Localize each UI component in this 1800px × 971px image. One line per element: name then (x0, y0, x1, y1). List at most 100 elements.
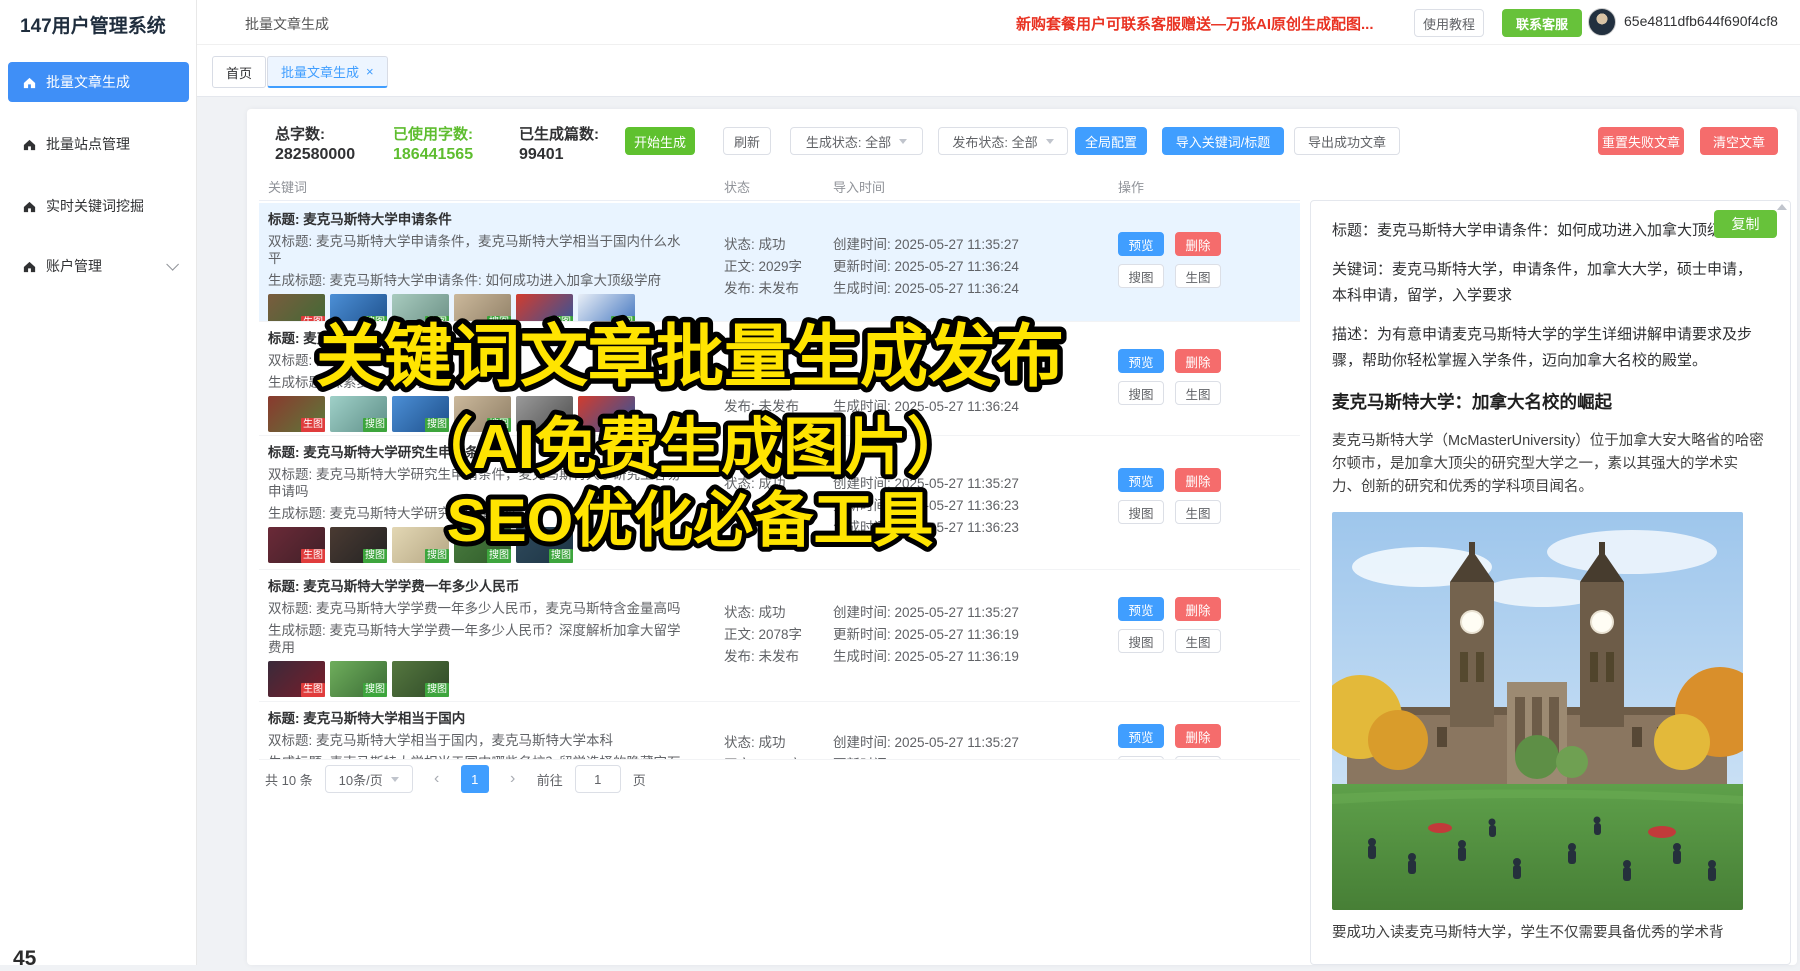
tab-home[interactable]: 首页 (212, 56, 266, 88)
table-row[interactable]: 标题: 麦克马斯特大学 双标题: 麦克马斯特大 生成标题: 探索麦克马斯特大学 … (259, 322, 1300, 436)
generate-image-button[interactable]: 生图 (1175, 500, 1221, 524)
created-time: 创建时间: 2025-05-27 11:35:27 (833, 601, 1133, 623)
delete-button[interactable]: 删除 (1175, 349, 1221, 373)
goto-page-input[interactable] (575, 765, 621, 793)
article-thumbnail[interactable]: 生图 (268, 661, 325, 697)
preview-button[interactable]: 预览 (1118, 597, 1164, 621)
table-row[interactable]: 标题: 麦克马斯特大学学费一年多少人民币 双标题: 麦克马斯特大学学费一年多少人… (259, 570, 1300, 702)
article-thumbnail[interactable]: 搜图 (454, 294, 511, 322)
generated-count-value: 99401 (519, 146, 564, 164)
table-row[interactable]: 标题: 麦克马斯特大学申请条件 双标题: 麦克马斯特大学申请条件，麦克马斯特大学… (259, 203, 1300, 322)
article-thumbnail[interactable]: 搜图 (330, 396, 387, 432)
preview-button[interactable]: 预览 (1118, 724, 1164, 748)
article-thumbnail[interactable]: 搜图 (392, 294, 449, 322)
thumbnail-strip: 生图 搜图 搜图 搜图 搜图 搜图 (268, 294, 688, 322)
col-keyword: 关键词 (268, 177, 307, 196)
article-thumbnail[interactable]: 搜图 (516, 396, 573, 432)
delete-button[interactable]: 删除 (1175, 468, 1221, 492)
article-subtitle: 双标题: 麦克马斯特大学研究生申请条件，麦克马斯特大学研究生容易申请吗 (268, 466, 688, 500)
copy-button[interactable]: 复制 (1714, 210, 1777, 238)
table-row[interactable]: 标题: 麦克马斯特大学相当于国内 双标题: 麦克马斯特大学相当于国内，麦克马斯特… (259, 702, 1300, 760)
export-articles-button[interactable]: 导出成功文章 (1294, 127, 1400, 155)
article-thumbnail[interactable]: 生图 (268, 294, 325, 322)
delete-button[interactable]: 删除 (1175, 597, 1221, 621)
article-thumbnail[interactable]: 搜图 (392, 396, 449, 432)
clear-articles-button[interactable]: 清空文章 (1700, 127, 1778, 155)
next-page-button[interactable]: › (501, 765, 525, 793)
article-subtitle: 双标题: 麦克马斯特大学申请条件，麦克马斯特大学相当于国内什么水平 (268, 233, 688, 267)
refresh-button[interactable]: 刷新 (723, 127, 771, 155)
used-words-value: 186441565 (393, 146, 473, 164)
current-page-button[interactable]: 1 (461, 765, 489, 793)
article-thumbnail[interactable]: 生图 (268, 396, 325, 432)
word-count: 正文: 2078字 (724, 623, 832, 645)
reset-failed-button[interactable]: 重置失败文章 (1598, 127, 1684, 155)
article-thumbnail[interactable]: 搜图 (454, 527, 511, 563)
import-keywords-button[interactable]: 导入关键词/标题 (1162, 127, 1284, 155)
article-gen-title: 生成标题: 麦克马斯特大学研究生申请条件 (268, 505, 688, 522)
article-thumbnail[interactable]: 搜图 (392, 527, 449, 563)
prev-page-button[interactable]: ‹ (425, 765, 449, 793)
col-status: 状态 (724, 177, 750, 196)
col-actions: 操作 (1118, 177, 1144, 196)
generate-status-select[interactable]: 生成状态: 全部 (790, 127, 923, 155)
search-image-button[interactable]: 搜图 (1118, 381, 1164, 405)
sidebar-item-label: 账户管理 (46, 256, 102, 276)
article-thumbnail[interactable]: 搜图 (330, 527, 387, 563)
article-thumbnail[interactable]: 搜图 (578, 396, 635, 432)
table-row[interactable]: 标题: 麦克马斯特大学研究生申请条件 双标题: 麦克马斯特大学研究生申请条件，麦… (259, 436, 1300, 570)
generate-image-button[interactable]: 生图 (1175, 264, 1221, 288)
delete-button[interactable]: 删除 (1175, 724, 1221, 748)
close-icon[interactable]: × (366, 64, 374, 79)
publish-status-value: 发布状态: 全部 (952, 132, 1037, 151)
thumbnail-strip: 生图 搜图 搜图 搜图 搜图 (268, 527, 688, 563)
updated-time: 更新时间: 2025-05-27 11:36:23 (833, 494, 1133, 516)
avatar[interactable] (1588, 8, 1616, 36)
created-time: 创建时间: 2025-05-27 11:35:27 (833, 472, 1133, 494)
generate-image-button[interactable]: 生图 (1175, 381, 1221, 405)
created-time (833, 351, 1133, 373)
article-thumbnail[interactable]: 搜图 (454, 396, 511, 432)
scroll-up-icon[interactable] (1777, 204, 1787, 210)
preview-button[interactable]: 预览 (1118, 232, 1164, 256)
article-preview-content: 标题：麦克马斯特大学申请条件：如何成功进入加拿大顶级学府 关键词：麦克马斯特大学… (1311, 201, 1790, 945)
article-thumbnail[interactable]: 搜图 (330, 294, 387, 322)
publish-status-select[interactable]: 发布状态: 全部 (938, 127, 1068, 155)
delete-button[interactable]: 删除 (1175, 232, 1221, 256)
start-generate-button[interactable]: 开始生成 (625, 127, 695, 155)
chevron-down-icon (166, 258, 179, 271)
sidebar-item-account[interactable]: 账户管理 (8, 246, 189, 286)
article-thumbnail[interactable]: 生图 (268, 527, 325, 563)
sidebar-item-batch-article[interactable]: 批量文章生成 (8, 62, 189, 102)
search-image-button[interactable]: 搜图 (1118, 500, 1164, 524)
preview-keywords: 关键词：麦克马斯特大学，申请条件，加拿大大学，硕士申请，本科申请，留学，入学要求 (1332, 257, 1764, 309)
global-config-button[interactable]: 全局配置 (1075, 127, 1147, 155)
search-image-button[interactable]: 搜图 (1118, 629, 1164, 653)
sidebar-item-keyword-mining[interactable]: 实时关键词挖掘 (8, 186, 189, 226)
sidebar-item-batch-site[interactable]: 批量站点管理 (8, 124, 189, 164)
page-size-select[interactable]: 10条/页 (325, 765, 413, 793)
generate-image-button[interactable]: 生图 (1175, 629, 1221, 653)
top-bar: 批量文章生成 新购套餐用户可联系客服赠送—万张AI原创生成配图... 使用教程 … (197, 0, 1800, 45)
sidebar-item-label: 批量文章生成 (46, 72, 130, 92)
generated-time: 生成时间: 2025-05-27 11:36:24 (833, 277, 1133, 299)
time-cell: 创建时间: 2025-05-27 11:35:27 更新时间: 2025-05-… (833, 472, 1133, 538)
search-image-button[interactable]: 搜图 (1118, 264, 1164, 288)
search-image-button[interactable]: 搜图 (1118, 756, 1164, 760)
home-icon (22, 137, 37, 152)
contact-support-button[interactable]: 联系客服 (1502, 9, 1582, 37)
publish-status (724, 516, 832, 538)
preview-button[interactable]: 预览 (1118, 468, 1164, 492)
updated-time (833, 373, 1133, 395)
article-title: 标题: 麦克马斯特大学研究生申请条件 (268, 444, 688, 461)
tab-batch-article[interactable]: 批量文章生成 × (267, 56, 388, 88)
article-thumbnail[interactable]: 搜图 (516, 294, 573, 322)
article-thumbnail[interactable]: 搜图 (516, 527, 573, 563)
article-thumbnail[interactable]: 搜图 (330, 661, 387, 697)
thumbnail-tag: 搜图 (363, 549, 387, 563)
preview-button[interactable]: 预览 (1118, 349, 1164, 373)
article-thumbnail[interactable]: 搜图 (578, 294, 635, 322)
article-thumbnail[interactable]: 搜图 (392, 661, 449, 697)
generate-image-button[interactable]: 生图 (1175, 756, 1221, 760)
tutorial-button[interactable]: 使用教程 (1414, 9, 1484, 37)
